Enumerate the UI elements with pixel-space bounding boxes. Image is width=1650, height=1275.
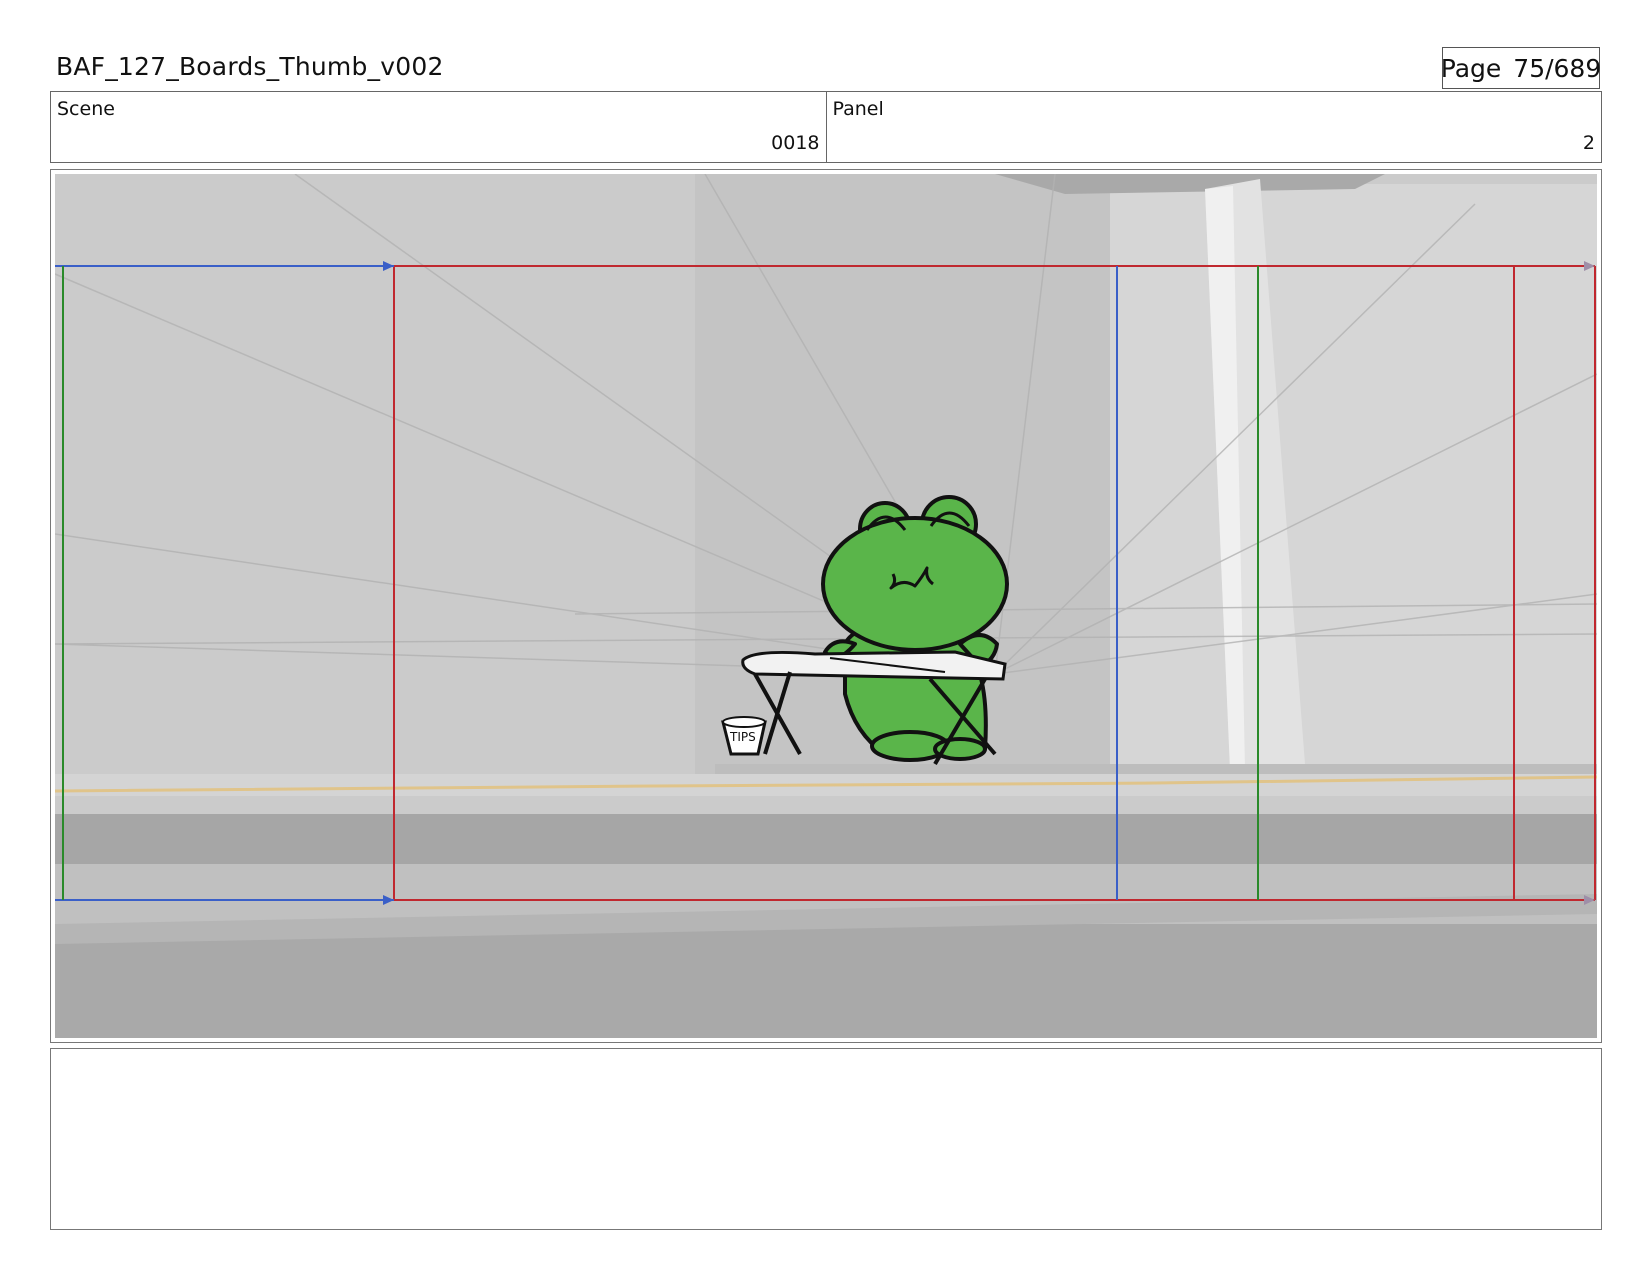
document-title: BAF_127_Boards_Thumb_v002 bbox=[56, 52, 444, 81]
storyboard-image: TIPS bbox=[55, 174, 1597, 1038]
storyboard-frame: TIPS bbox=[50, 169, 1602, 1043]
page-label: Page bbox=[1440, 53, 1502, 83]
panel-number: 2 bbox=[1582, 132, 1595, 154]
scene-cell: Scene 0018 bbox=[51, 92, 826, 162]
page-indicator: Page 75/689 bbox=[1440, 47, 1602, 89]
scene-label: Scene bbox=[57, 98, 115, 120]
panel-label: Panel bbox=[832, 98, 884, 120]
scene-number: 0018 bbox=[771, 132, 820, 154]
tip-jar: TIPS bbox=[721, 716, 767, 756]
panel-notes bbox=[50, 1048, 1602, 1230]
scene-illustration: TIPS bbox=[55, 174, 1597, 1038]
page-number: 75/689 bbox=[1513, 53, 1602, 83]
panel-cell: Panel 2 bbox=[825, 92, 1602, 162]
tip-jar-label: TIPS bbox=[729, 730, 756, 744]
scene-panel-info: Scene 0018 Panel 2 bbox=[50, 91, 1602, 163]
